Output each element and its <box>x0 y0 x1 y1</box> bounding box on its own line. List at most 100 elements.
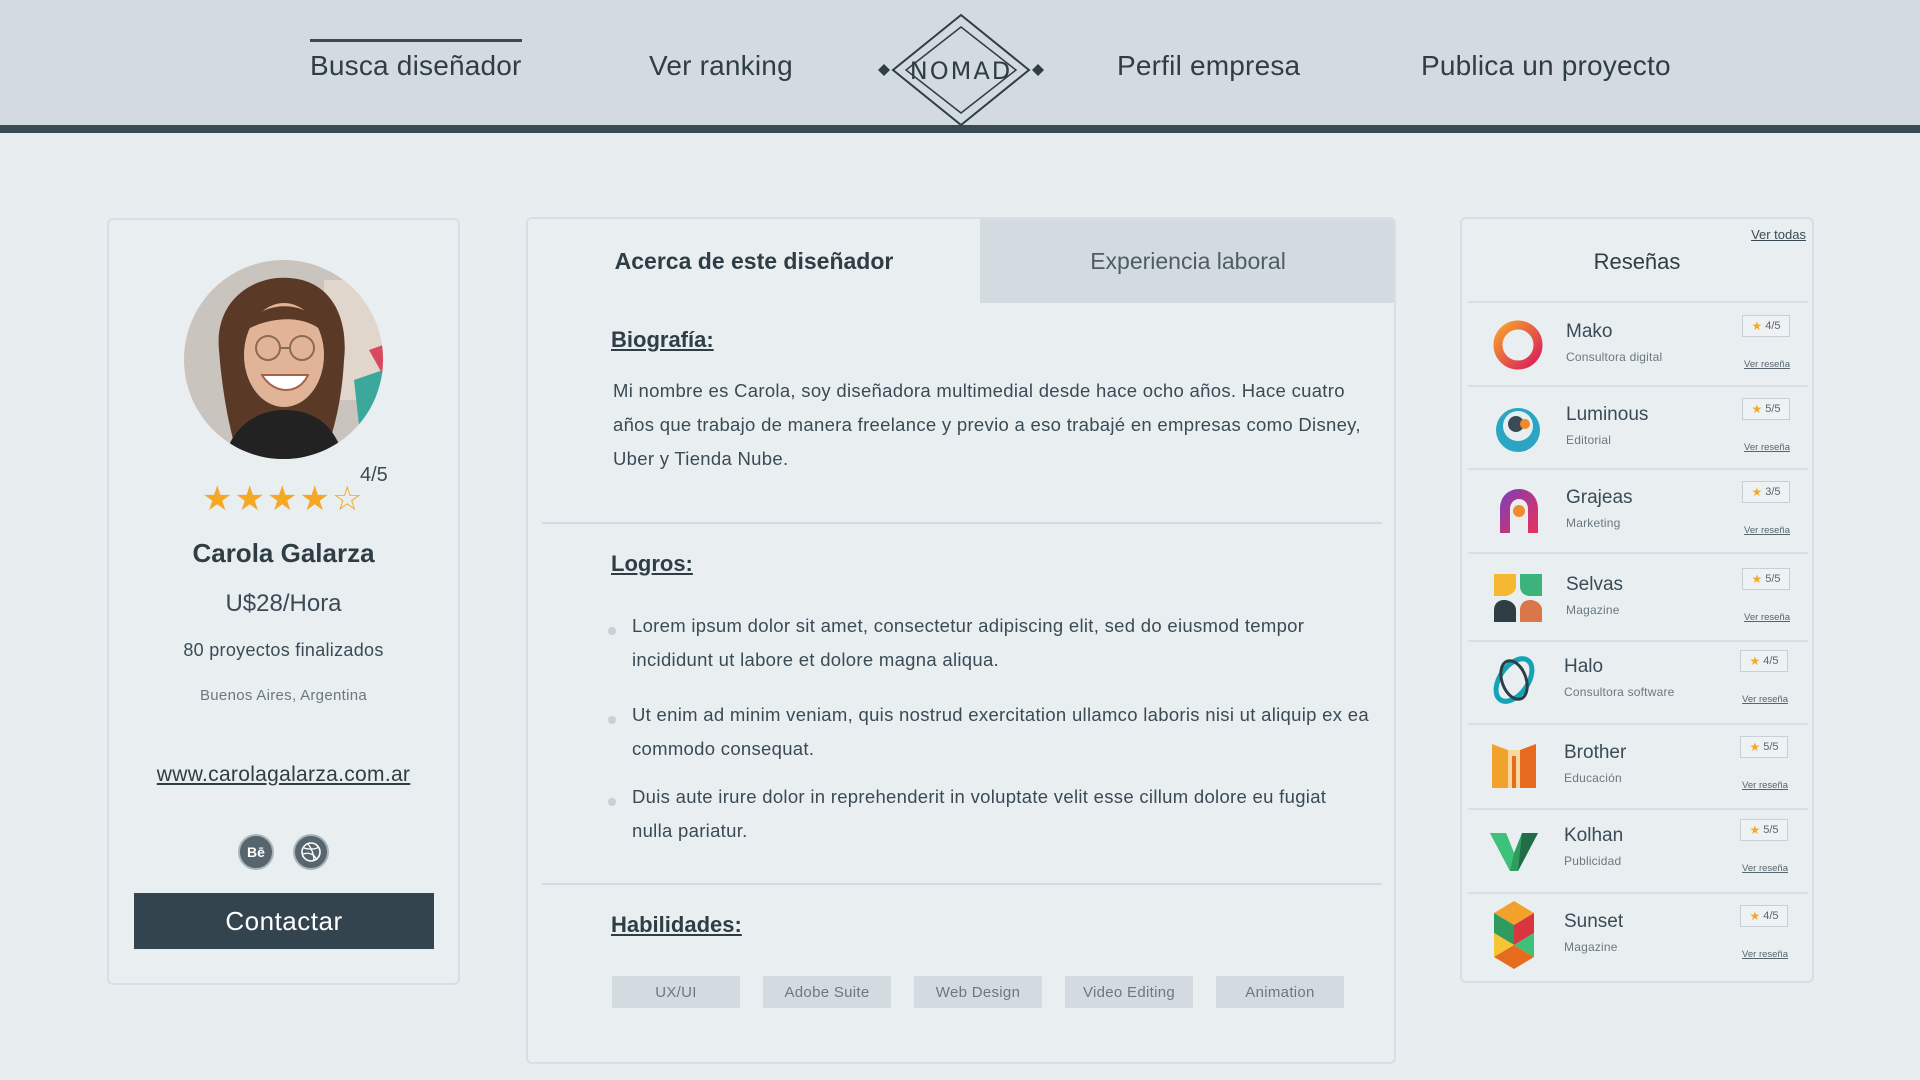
review-item[interactable]: Mako Consultora digital ★ 4/5 Ver reseña <box>1462 305 1812 385</box>
star-icon: ★ <box>1751 485 1763 499</box>
skill-tag: Video Editing <box>1065 976 1193 1008</box>
view-review-link[interactable]: Ver reseña <box>1744 525 1790 536</box>
review-category: Publicidad <box>1564 854 1622 868</box>
tab-acerca[interactable]: Acerca de este diseñador <box>528 219 980 303</box>
star-filled-icon: ★ <box>266 480 298 518</box>
review-category: Magazine <box>1566 603 1620 617</box>
review-score-badge: ★ 4/5 <box>1740 650 1788 672</box>
review-company: Brother <box>1564 742 1627 763</box>
star-empty-icon: ☆ <box>331 480 363 518</box>
achievement-item: Lorem ipsum dolor sit amet, consectetur … <box>632 615 1305 670</box>
star-icon: ★ <box>1749 654 1761 668</box>
tab-experiencia[interactable]: Experiencia laboral <box>980 219 1394 303</box>
achievement-item: Ut enim ad minim veniam, quis nostrud ex… <box>632 704 1369 759</box>
nomad-logo[interactable]: NOMAD <box>874 13 1048 127</box>
view-review-link[interactable]: Ver reseña <box>1742 949 1788 960</box>
view-review-link[interactable]: Ver reseña <box>1744 612 1790 623</box>
review-category: Editorial <box>1566 433 1612 447</box>
review-company: Mako <box>1566 321 1613 342</box>
review-company: Grajeas <box>1566 487 1633 508</box>
achievements-title: Logros: <box>611 551 693 576</box>
review-item[interactable]: Brother Educación ★ 5/5 Ver reseña <box>1462 726 1812 806</box>
star-filled-icon: ★ <box>234 480 265 518</box>
achievement-item: Duis aute irure dolor in reprehenderit i… <box>632 786 1327 841</box>
review-score-badge: ★ 5/5 <box>1742 398 1790 420</box>
star-icon: ★ <box>1751 572 1763 586</box>
review-score-badge: ★ 5/5 <box>1742 568 1790 590</box>
profile-card: ★ ★ ★ ★ ☆ 4/5 Carola Galarza U$28/Hora 80 pr… <box>107 218 460 985</box>
review-item[interactable]: Grajeas Marketing ★ 3/5 Ver reseña <box>1462 471 1812 551</box>
divider <box>1468 552 1808 554</box>
skills-title: Habilidades: <box>611 912 742 937</box>
view-review-link[interactable]: Ver reseña <box>1742 694 1788 705</box>
website-link[interactable]: www.carolagalarza.com.ar <box>109 763 458 787</box>
kolhan-logo-icon <box>1490 833 1538 871</box>
divider <box>542 883 1382 885</box>
dribbble-icon[interactable] <box>293 834 329 870</box>
review-item[interactable]: Kolhan Publicidad ★ 5/5 Ver reseña <box>1462 809 1812 889</box>
halo-logo-icon <box>1493 656 1535 704</box>
bullet <box>608 716 616 724</box>
skill-tag: UX/UI <box>612 976 740 1008</box>
review-score-badge: ★ 5/5 <box>1740 819 1788 841</box>
review-company: Kolhan <box>1564 825 1624 846</box>
see-all-reviews-link[interactable]: Ver todas <box>1751 227 1806 242</box>
brother-logo-icon <box>1492 744 1536 788</box>
view-review-link[interactable]: Ver reseña <box>1744 359 1790 370</box>
review-company: Selvas <box>1566 574 1624 595</box>
divider <box>1468 301 1808 303</box>
review-score-badge: ★ 5/5 <box>1740 736 1788 758</box>
divider <box>1468 385 1808 387</box>
review-category: Consultora digital <box>1566 350 1663 364</box>
view-review-link[interactable]: Ver reseña <box>1742 780 1788 791</box>
skill-tag: Animation <box>1216 976 1344 1008</box>
review-category: Consultora software <box>1564 685 1675 699</box>
nav-perfil-empresa[interactable]: Perfil empresa <box>1117 50 1300 82</box>
review-score-badge: ★ 4/5 <box>1742 315 1790 337</box>
nav-ver-ranking[interactable]: Ver ranking <box>649 50 793 82</box>
review-category: Magazine <box>1564 940 1618 954</box>
review-item[interactable]: Luminous Editorial ★ 5/5 Ver reseña <box>1462 388 1812 468</box>
reviews-title: Reseñas <box>1593 249 1681 274</box>
divider <box>1468 723 1808 725</box>
reviews-panel: Ver todas Reseñas Mako Consultora digita… <box>1460 217 1814 983</box>
review-item[interactable]: Halo Consultora software ★ 4/5 Ver reseña <box>1462 640 1812 720</box>
view-review-link[interactable]: Ver reseña <box>1744 442 1790 453</box>
star-icon: ★ <box>1751 319 1763 333</box>
rating-label: 4/5 <box>360 464 388 486</box>
mako-logo-icon <box>1493 320 1543 370</box>
nav-publica-proyecto[interactable]: Publica un proyecto <box>1421 50 1671 82</box>
review-item[interactable]: Selvas Magazine ★ 5/5 Ver reseña <box>1462 558 1812 638</box>
star-filled-icon: ★ <box>202 480 233 518</box>
star-icon: ★ <box>1751 402 1763 416</box>
nav-busca-disenador[interactable]: Busca diseñador <box>310 39 522 82</box>
top-navigation: Busca diseñador Ver ranking NOMAD Perfil… <box>0 0 1920 133</box>
hourly-rate: U$28/Hora <box>225 590 342 617</box>
review-company: Halo <box>1564 656 1604 677</box>
skill-tag: Adobe Suite <box>763 976 891 1008</box>
designer-name: Carola Galarza <box>192 538 375 568</box>
projects-count: 80 proyectos finalizados <box>183 640 384 660</box>
selvas-logo-icon <box>1494 574 1542 622</box>
view-review-link[interactable]: Ver reseña <box>1742 863 1788 874</box>
divider <box>542 522 1382 524</box>
bio-title: Biografía: <box>611 327 714 352</box>
avatar <box>184 260 383 459</box>
bullet <box>608 798 616 806</box>
designer-detail-panel: Acerca de este diseñador Experiencia lab… <box>526 217 1396 1064</box>
review-item[interactable]: Sunset Magazine ★ 4/5 Ver reseña <box>1462 895 1812 975</box>
behance-icon[interactable]: Bē <box>238 834 274 870</box>
sunset-logo-icon <box>1494 901 1534 969</box>
review-company: Sunset <box>1564 911 1624 932</box>
review-category: Marketing <box>1566 516 1621 530</box>
rating-stars: ★ ★ ★ ★ ☆ <box>202 482 362 516</box>
star-icon: ★ <box>1749 823 1761 837</box>
review-category: Educación <box>1564 771 1622 785</box>
contact-button[interactable]: Contactar <box>134 893 434 949</box>
divider <box>1468 468 1808 470</box>
review-score-badge: ★ 4/5 <box>1740 905 1788 927</box>
star-icon: ★ <box>1749 740 1761 754</box>
bio-text: Mi nombre es Carola, soy diseñadora mult… <box>613 380 1361 469</box>
logo-text: NOMAD <box>910 57 1012 85</box>
star-icon: ★ <box>1749 909 1761 923</box>
